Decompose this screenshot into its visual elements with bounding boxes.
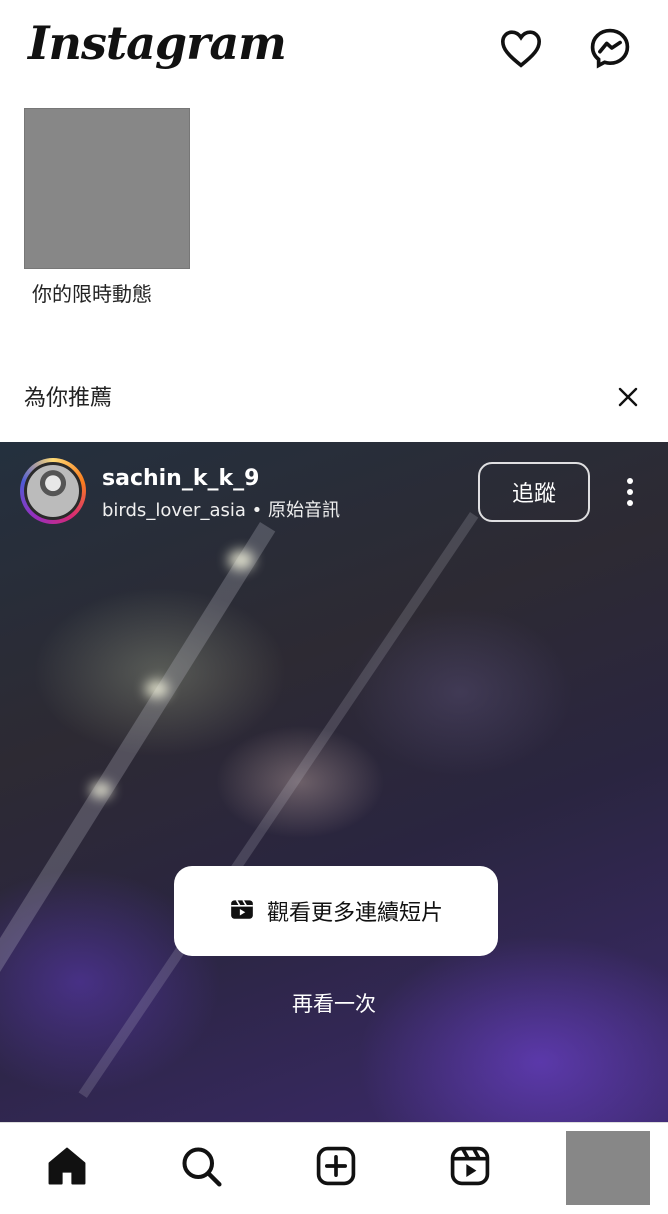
reel-audio-line[interactable]: birds_lover_asia • 原始音訊	[102, 496, 340, 522]
avatar[interactable]	[20, 458, 86, 524]
story-label: 你的限時動態	[32, 282, 152, 306]
bottom-nav	[0, 1122, 668, 1214]
heart-icon[interactable]	[497, 24, 545, 72]
reel-username[interactable]: sachin_k_k_9	[102, 466, 259, 491]
audio-author[interactable]: birds_lover_asia	[102, 500, 246, 521]
follow-button[interactable]: 追蹤	[478, 462, 590, 522]
messenger-icon[interactable]	[586, 24, 634, 72]
watch-more-reels-button[interactable]: 觀看更多連續短片	[174, 866, 498, 956]
reels-icon	[229, 897, 255, 925]
reel-header: sachin_k_k_9 birds_lover_asia • 原始音訊 追蹤	[0, 442, 668, 542]
reel-video-frame	[0, 522, 276, 1122]
reels-icon[interactable]	[445, 1141, 495, 1191]
suggestions-title: 為你推薦	[24, 386, 113, 411]
profile-avatar[interactable]	[566, 1131, 650, 1205]
audio-label[interactable]: 原始音訊	[268, 500, 340, 521]
light-spot	[228, 550, 254, 570]
create-icon[interactable]	[311, 1141, 361, 1191]
close-icon[interactable]	[608, 377, 648, 417]
story-thumbnail[interactable]	[24, 108, 190, 269]
light-spot	[90, 782, 112, 798]
search-icon[interactable]	[176, 1141, 226, 1191]
replay-button[interactable]: 再看一次	[0, 988, 668, 1018]
instagram-logo[interactable]: Instagram	[28, 16, 287, 70]
more-vertical-icon[interactable]	[614, 470, 646, 514]
top-bar: Instagram	[0, 0, 668, 95]
suggestions-header: 為你推薦	[0, 360, 668, 430]
home-icon[interactable]	[42, 1141, 92, 1191]
your-story[interactable]: 你的限時動態	[24, 108, 190, 307]
watch-more-label: 觀看更多連續短片	[266, 901, 443, 926]
light-spot	[145, 680, 169, 698]
suggested-reel[interactable]: sachin_k_k_9 birds_lover_asia • 原始音訊 追蹤 …	[0, 442, 668, 1122]
separator: •	[251, 500, 263, 521]
